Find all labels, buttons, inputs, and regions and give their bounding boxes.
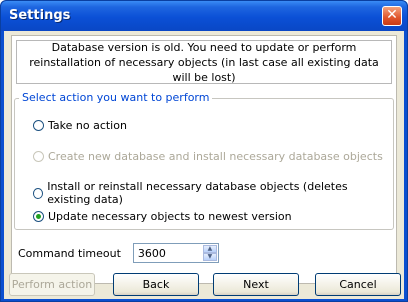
chevron-up-icon: ▲ xyxy=(207,245,213,252)
radio-update-objects[interactable]: Update necessary objects to newest versi… xyxy=(33,210,292,223)
cancel-label: Cancel xyxy=(339,278,377,291)
dialog-body: Database version is old. You need to upd… xyxy=(4,31,404,299)
next-button[interactable]: Next xyxy=(213,273,299,296)
radio-create-database: Create new database and install necessar… xyxy=(33,150,383,163)
spin-down-button[interactable]: ▼ xyxy=(202,253,217,261)
command-timeout-value: 3600 xyxy=(137,247,166,260)
close-icon: ✕ xyxy=(386,7,398,23)
content-panel: Database version is old. You need to upd… xyxy=(11,35,397,284)
radio-button[interactable] xyxy=(33,120,44,131)
back-button[interactable]: Back xyxy=(113,273,199,296)
radio-label: Take no action xyxy=(48,119,127,132)
settings-dialog: Settings ✕ Database version is old. You … xyxy=(0,0,408,302)
radio-selected-dot xyxy=(36,214,41,219)
message-line-2: reinstallation of necessary objects (in … xyxy=(29,55,379,84)
command-timeout-field[interactable]: 3600 ▲ ▼ xyxy=(132,243,219,263)
close-button[interactable]: ✕ xyxy=(382,6,402,26)
title-bar: Settings ✕ xyxy=(1,1,407,31)
message-line-1: Database version is old. You need to upd… xyxy=(51,40,357,54)
radio-install-reinstall[interactable]: Install or reinstall necessary database … xyxy=(33,180,393,206)
spin-up-button[interactable]: ▲ xyxy=(202,245,217,253)
action-group-legend: Select action you want to perform xyxy=(19,91,213,104)
radio-label: Install or reinstall necessary database … xyxy=(47,180,348,206)
cancel-button[interactable]: Cancel xyxy=(315,273,401,296)
radio-button xyxy=(33,151,44,162)
back-label: Back xyxy=(142,278,170,291)
radio-label: Update necessary objects to newest versi… xyxy=(48,210,292,223)
perform-action-button: Perform action xyxy=(9,273,95,296)
command-timeout-label: Command timeout xyxy=(18,246,121,260)
chevron-down-icon: ▼ xyxy=(207,253,213,260)
radio-take-no-action[interactable]: Take no action xyxy=(33,119,127,132)
window-title: Settings xyxy=(9,8,71,23)
version-message: Database version is old. You need to upd… xyxy=(16,40,392,84)
radio-button[interactable] xyxy=(33,187,44,199)
next-label: Next xyxy=(243,278,269,291)
radio-button[interactable] xyxy=(33,211,44,222)
perform-action-label: Perform action xyxy=(11,278,93,291)
timeout-spinner: ▲ ▼ xyxy=(202,245,217,261)
radio-label: Create new database and install necessar… xyxy=(48,150,383,163)
command-timeout-row: Command timeout 3600 ▲ ▼ xyxy=(18,243,219,263)
action-groupbox: Select action you want to perform Take n… xyxy=(14,91,394,230)
